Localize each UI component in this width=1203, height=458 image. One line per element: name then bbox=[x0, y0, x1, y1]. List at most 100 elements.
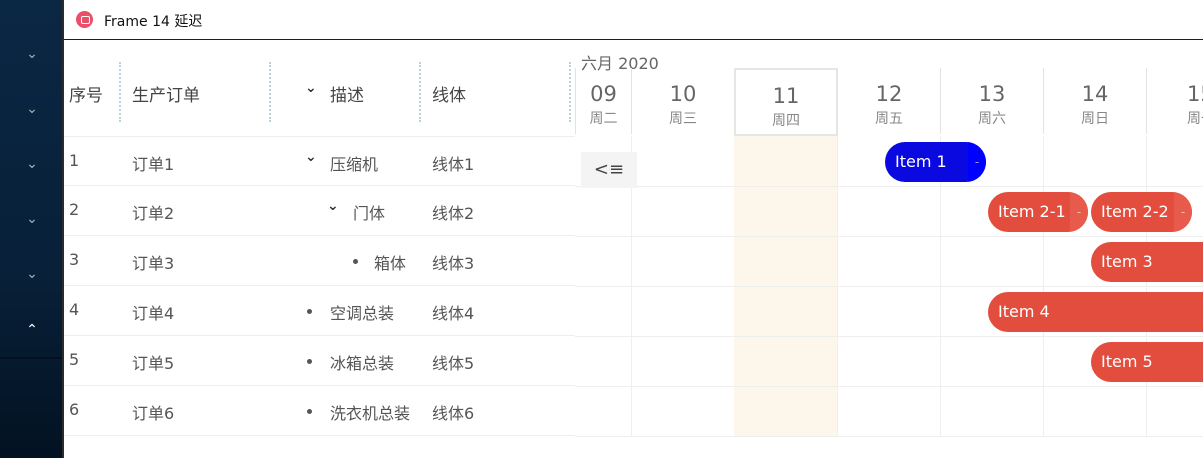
chevron-down-icon[interactable]: ⌄ bbox=[22, 99, 42, 119]
gantt-bar[interactable]: Item 2-2 - bbox=[1091, 192, 1192, 232]
row-desc: 洗衣机总装 bbox=[330, 404, 411, 423]
row-order: 订单5 bbox=[132, 354, 175, 373]
row-index: 5 bbox=[69, 350, 80, 369]
table-row[interactable]: 3 订单3 箱体 线体3 bbox=[64, 236, 575, 286]
day-header-today[interactable]: 11 周四 bbox=[734, 68, 838, 136]
window-title: Frame 14 延迟 bbox=[104, 14, 203, 30]
day-name: 周五 bbox=[875, 111, 903, 127]
grid-line bbox=[575, 186, 1203, 187]
day-header[interactable]: 14 周日 bbox=[1043, 68, 1146, 134]
collapse-panel-button[interactable]: <≡ bbox=[581, 152, 637, 188]
gantt-window: Frame 14 延迟 序号 生产订单 ⌄ 描述 线体 1 订单1 ⌄ 压缩机 … bbox=[62, 0, 1203, 458]
bar-label: Item 1 bbox=[895, 152, 947, 171]
chevron-down-icon[interactable]: ⌄ bbox=[305, 149, 317, 165]
table-row[interactable]: 2 订单2 ⌄ 门体 线体2 bbox=[64, 186, 575, 236]
day-number: 15 bbox=[1187, 82, 1203, 106]
row-order: 订单4 bbox=[132, 304, 175, 323]
day-number: 10 bbox=[669, 82, 697, 106]
bar-label: Item 5 bbox=[1101, 352, 1153, 371]
column-resizer[interactable] bbox=[269, 62, 271, 122]
chevron-up-icon[interactable]: ⌃ bbox=[22, 320, 42, 340]
day-name: 周四 bbox=[772, 113, 800, 129]
table-row[interactable]: 5 订单5 冰箱总装 线体5 bbox=[64, 336, 575, 386]
table-row[interactable]: 1 订单1 ⌄ 压缩机 线体1 bbox=[64, 136, 575, 186]
day-number: 13 bbox=[978, 82, 1006, 106]
grid-line bbox=[575, 236, 1203, 237]
table-row[interactable]: 6 订单6 洗衣机总装 线体6 bbox=[64, 386, 575, 436]
sidebar-divider bbox=[0, 357, 62, 359]
row-index: 4 bbox=[69, 300, 80, 319]
row-line: 线体4 bbox=[432, 304, 475, 323]
sidebar: ⌄ ⌄ ⌄ ⌄ ⌄ ⌃ bbox=[0, 0, 62, 458]
column-resizer[interactable] bbox=[119, 62, 121, 122]
row-line: 线体6 bbox=[432, 404, 475, 423]
row-desc: 冰箱总装 bbox=[330, 354, 395, 373]
chevron-down-icon[interactable]: ⌄ bbox=[22, 209, 42, 229]
column-resizer[interactable] bbox=[569, 62, 571, 122]
row-order: 订单1 bbox=[132, 155, 175, 174]
gantt-bar[interactable]: Item 4 bbox=[988, 292, 1203, 332]
app-icon bbox=[76, 11, 93, 28]
row-order: 订单2 bbox=[132, 204, 175, 223]
bar-label: Item 3 bbox=[1101, 252, 1153, 271]
chevron-down-icon[interactable]: ⌄ bbox=[22, 44, 42, 64]
row-index: 1 bbox=[69, 151, 80, 170]
gantt-bar[interactable]: Item 3 bbox=[1091, 242, 1203, 282]
header-order[interactable]: 生产订单 bbox=[132, 81, 200, 106]
chevron-down-icon[interactable]: ⌄ bbox=[22, 264, 42, 284]
bullet-icon bbox=[353, 259, 358, 264]
day-header[interactable]: 13 周六 bbox=[940, 68, 1043, 134]
day-number: 14 bbox=[1081, 82, 1109, 106]
day-number: 09 bbox=[590, 82, 617, 106]
table-row[interactable]: 4 订单4 空调总装 线体4 bbox=[64, 286, 575, 336]
day-name: 周二 bbox=[589, 111, 618, 127]
day-name: 周三 bbox=[669, 111, 697, 127]
row-order: 订单3 bbox=[132, 254, 175, 273]
gantt-bar[interactable]: Item 1 - bbox=[885, 142, 986, 182]
day-number: 11 bbox=[772, 84, 800, 108]
row-desc: 空调总装 bbox=[330, 304, 395, 323]
day-header[interactable]: 12 周五 bbox=[837, 68, 940, 134]
row-line: 线体5 bbox=[432, 354, 475, 373]
day-header[interactable]: 09 周二 bbox=[575, 68, 631, 134]
row-desc: 箱体 bbox=[374, 254, 407, 273]
row-index: 2 bbox=[69, 200, 80, 219]
bar-label: Item 2-1 bbox=[998, 202, 1066, 221]
row-order: 订单6 bbox=[132, 404, 175, 423]
bar-label: Item 4 bbox=[998, 302, 1050, 321]
chevron-down-icon[interactable]: ⌄ bbox=[305, 80, 317, 96]
row-index: 3 bbox=[69, 250, 80, 269]
resize-handle[interactable]: - bbox=[968, 142, 986, 182]
day-name: 周一 bbox=[1187, 111, 1203, 127]
column-resizer[interactable] bbox=[419, 62, 421, 122]
bullet-icon bbox=[307, 409, 312, 414]
header-index[interactable]: 序号 bbox=[69, 81, 103, 106]
bullet-icon bbox=[307, 359, 312, 364]
resize-handle[interactable]: - bbox=[1070, 192, 1088, 232]
header-line[interactable]: 线体 bbox=[432, 81, 466, 106]
gantt-bar[interactable]: Item 2-1 - bbox=[988, 192, 1088, 232]
grid-line bbox=[575, 386, 1203, 387]
row-desc: 门体 bbox=[353, 204, 386, 223]
chevron-down-icon[interactable]: ⌄ bbox=[22, 154, 42, 174]
day-header[interactable]: 10 周三 bbox=[631, 68, 734, 134]
row-line: 线体1 bbox=[432, 155, 475, 174]
row-line: 线体3 bbox=[432, 254, 475, 273]
title-bar[interactable]: Frame 14 延迟 bbox=[64, 0, 1203, 40]
day-name: 周日 bbox=[1081, 111, 1109, 127]
day-number: 12 bbox=[875, 82, 903, 106]
chevron-down-icon[interactable]: ⌄ bbox=[327, 198, 339, 214]
day-name: 周六 bbox=[978, 111, 1006, 127]
grid-line bbox=[575, 336, 1203, 337]
row-line: 线体2 bbox=[432, 204, 475, 223]
grid-line bbox=[575, 286, 1203, 287]
gantt-chart: 六月 2020 09 周二 10 周三 11 周四 12 周五 13 周六 14… bbox=[575, 40, 1203, 458]
grid-line bbox=[575, 436, 1203, 437]
row-index: 6 bbox=[69, 400, 80, 419]
bullet-icon bbox=[307, 309, 312, 314]
gantt-bar[interactable]: Item 5 bbox=[1091, 342, 1203, 382]
row-desc: 压缩机 bbox=[330, 155, 379, 174]
day-header[interactable]: 15 周一 bbox=[1146, 68, 1203, 134]
header-desc[interactable]: 描述 bbox=[330, 81, 364, 106]
resize-handle[interactable]: - bbox=[1174, 192, 1192, 232]
